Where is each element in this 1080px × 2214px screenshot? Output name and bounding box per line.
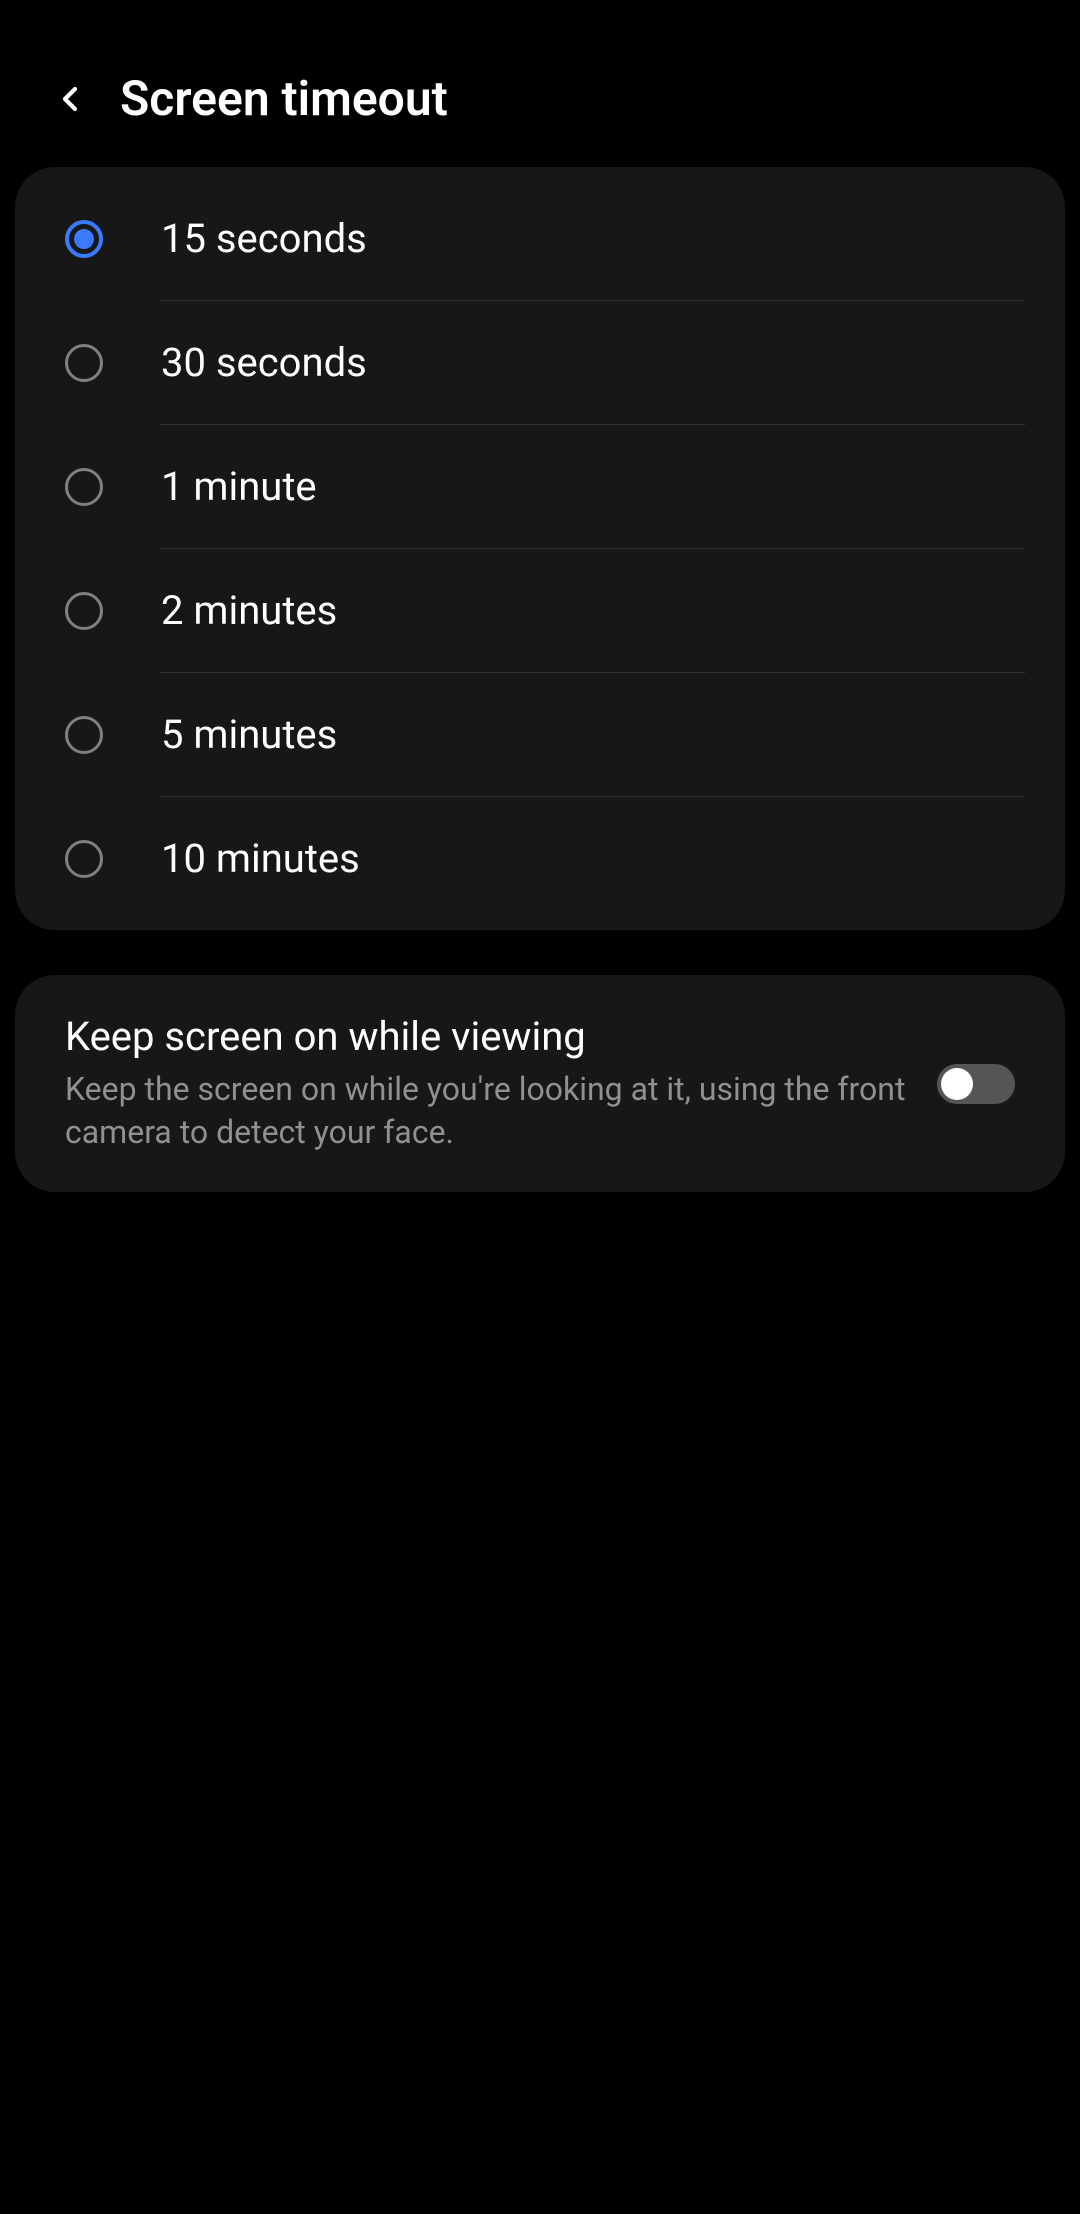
radio-item-1-minute[interactable]: 1 minute bbox=[15, 425, 1065, 548]
option-description: Keep the screen on while you're looking … bbox=[65, 1068, 907, 1154]
radio-button bbox=[65, 344, 103, 382]
radio-item-2-minutes[interactable]: 2 minutes bbox=[15, 549, 1065, 672]
radio-button bbox=[65, 840, 103, 878]
radio-inner bbox=[74, 229, 94, 249]
radio-label: 30 seconds bbox=[161, 339, 367, 386]
keep-screen-on-card[interactable]: Keep screen on while viewing Keep the sc… bbox=[15, 975, 1065, 1192]
radio-item-10-minutes[interactable]: 10 minutes bbox=[15, 797, 1065, 920]
radio-button bbox=[65, 716, 103, 754]
option-text: Keep screen on while viewing Keep the sc… bbox=[65, 1013, 907, 1154]
timeout-options-card: 15 seconds 30 seconds 1 minute 2 minutes bbox=[15, 167, 1065, 930]
back-icon[interactable] bbox=[50, 79, 90, 119]
radio-label: 5 minutes bbox=[161, 711, 337, 758]
radio-label: 2 minutes bbox=[161, 587, 337, 634]
radio-label: 10 minutes bbox=[161, 835, 360, 882]
radio-item-15-seconds[interactable]: 15 seconds bbox=[15, 177, 1065, 300]
radio-button bbox=[65, 592, 103, 630]
radio-group: 15 seconds 30 seconds 1 minute 2 minutes bbox=[15, 167, 1065, 930]
option-title: Keep screen on while viewing bbox=[65, 1013, 907, 1060]
keep-screen-on-toggle[interactable] bbox=[937, 1064, 1015, 1104]
radio-button bbox=[65, 220, 103, 258]
radio-button bbox=[65, 468, 103, 506]
radio-label: 1 minute bbox=[161, 463, 317, 510]
toggle-thumb bbox=[941, 1068, 973, 1100]
page-title: Screen timeout bbox=[120, 70, 448, 127]
radio-item-5-minutes[interactable]: 5 minutes bbox=[15, 673, 1065, 796]
radio-item-30-seconds[interactable]: 30 seconds bbox=[15, 301, 1065, 424]
header: Screen timeout bbox=[0, 0, 1080, 167]
radio-label: 15 seconds bbox=[161, 215, 367, 262]
